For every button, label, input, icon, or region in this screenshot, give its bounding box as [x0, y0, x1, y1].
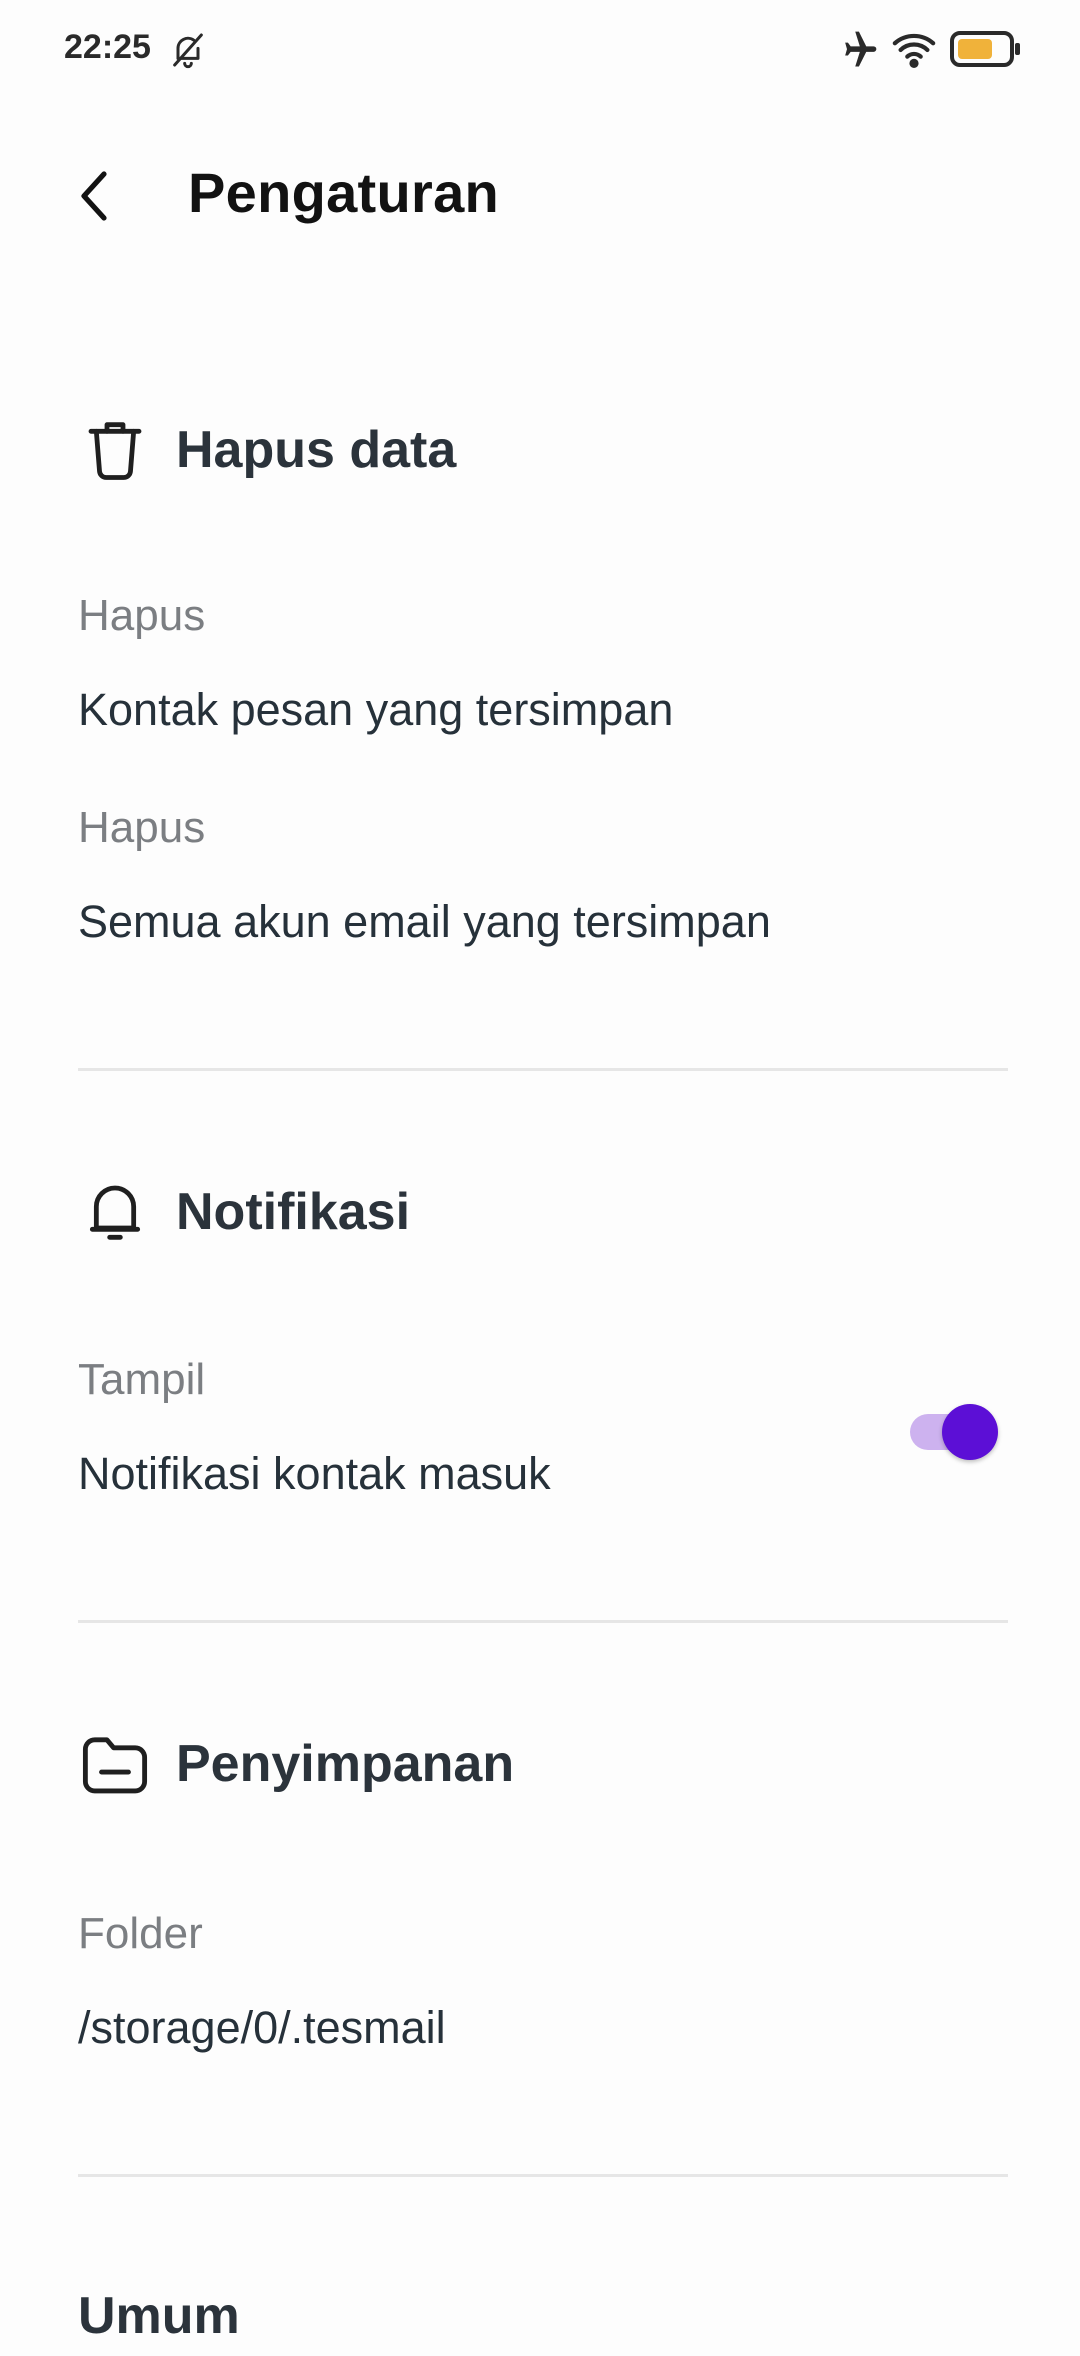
storage-folder-item[interactable]: Folder /storage/0/.tesmail	[78, 1904, 1008, 2058]
chevron-left-icon	[81, 171, 107, 221]
item-label: Folder	[78, 1909, 203, 1958]
section-header-notifications: Notifikasi	[78, 1172, 410, 1252]
section-header-storage: Penyimpanan	[78, 1724, 514, 1804]
delete-message-contacts-item[interactable]: Hapus Kontak pesan yang tersimpan	[78, 586, 1008, 740]
folder-icon	[78, 1727, 152, 1801]
bell-icon	[78, 1175, 152, 1249]
toggle-thumb	[942, 1404, 998, 1460]
status-time: 22:25	[64, 28, 151, 66]
item-label: Hapus	[78, 591, 206, 640]
item-label: Tampil	[78, 1355, 206, 1404]
page-title: Pengaturan	[188, 161, 500, 224]
divider	[78, 2174, 1008, 2177]
divider	[78, 1620, 1008, 1623]
item-value: Semua akun email yang tersimpan	[78, 896, 771, 947]
back-button[interactable]	[64, 166, 124, 226]
delete-email-accounts-item[interactable]: Hapus Semua akun email yang tersimpan	[78, 798, 1008, 952]
incoming-contact-notification-item[interactable]: Tampil Notifikasi kontak masuk	[78, 1350, 878, 1504]
status-bar: 22:25	[0, 0, 1080, 100]
section-title: Hapus data	[176, 421, 457, 479]
item-value: Kontak pesan yang tersimpan	[78, 684, 674, 735]
item-label: Hapus	[78, 803, 206, 852]
section-title: Umum	[78, 2287, 240, 2345]
notification-toggle[interactable]	[906, 1404, 1006, 1460]
item-value: Notifikasi kontak masuk	[78, 1448, 551, 1499]
item-value: /storage/0/.tesmail	[78, 2002, 446, 2053]
section-title: Penyimpanan	[176, 1735, 515, 1793]
section-title: Notifikasi	[176, 1183, 411, 1241]
section-header-delete-data: Hapus data	[78, 410, 456, 490]
app-header: Pengaturan	[0, 140, 1080, 250]
divider	[78, 1068, 1008, 1071]
wifi-icon	[892, 33, 936, 68]
trash-icon	[78, 413, 152, 487]
section-header-general: Umum	[78, 2276, 240, 2356]
bell-off-icon	[173, 33, 203, 69]
airplane-icon	[845, 31, 877, 67]
battery-icon	[950, 31, 1020, 67]
